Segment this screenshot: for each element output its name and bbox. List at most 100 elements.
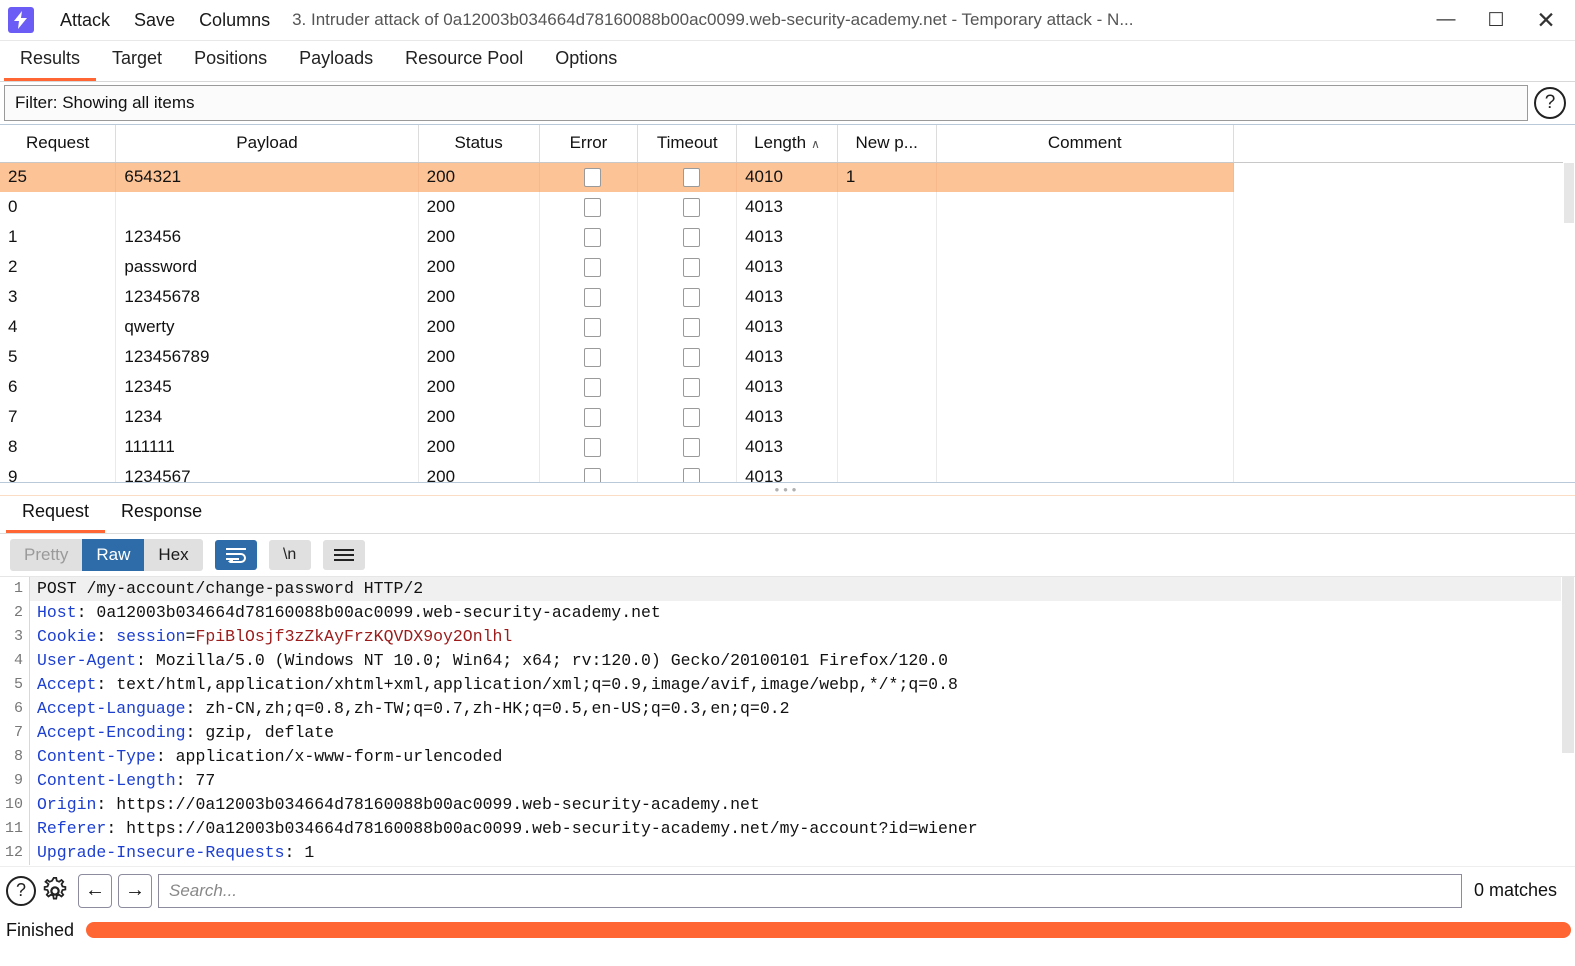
timeout-checkbox[interactable]	[682, 348, 700, 367]
hex-button[interactable]: Hex	[144, 539, 203, 571]
timeout-checkbox[interactable]	[682, 168, 700, 188]
table-row[interactable]: 8 111111 200 4013	[0, 432, 1575, 462]
pretty-button[interactable]: Pretty	[10, 539, 83, 571]
table-row[interactable]: 2 password 200 4013	[0, 252, 1575, 282]
cell-error[interactable]	[539, 402, 639, 432]
error-checkbox[interactable]	[583, 288, 601, 307]
menu-save[interactable]: Save	[122, 6, 187, 35]
cell-timeout[interactable]	[637, 162, 738, 192]
table-row[interactable]: 3 12345678 200 4013	[0, 282, 1575, 312]
maximize-button[interactable]: ☐	[1471, 0, 1521, 40]
tab-payloads[interactable]: Payloads	[283, 42, 389, 81]
tab-response[interactable]: Response	[105, 497, 218, 533]
column-header-payload[interactable]: Payload	[115, 125, 419, 163]
cell-timeout[interactable]	[637, 222, 738, 252]
table-row[interactable]: 4 qwerty 200 4013	[0, 312, 1575, 342]
tab-target[interactable]: Target	[96, 42, 178, 81]
panel-splitter[interactable]: •••	[0, 482, 1575, 496]
cell-timeout[interactable]	[637, 342, 738, 372]
line-number: 1	[0, 577, 30, 601]
column-header-new-p[interactable]: New p...	[837, 125, 937, 163]
close-button[interactable]: ✕	[1521, 0, 1571, 40]
question-mark-circle-icon[interactable]: ?	[1534, 87, 1566, 119]
column-header-timeout[interactable]: Timeout	[637, 125, 738, 163]
timeout-checkbox[interactable]	[682, 318, 700, 337]
show-newlines-icon[interactable]: \n	[268, 540, 311, 570]
error-checkbox[interactable]	[583, 198, 601, 217]
cell-error[interactable]	[539, 372, 639, 402]
cell-error[interactable]	[539, 222, 639, 252]
table-row[interactable]: 7 1234 200 4013	[0, 402, 1575, 432]
tab-request[interactable]: Request	[6, 497, 106, 533]
table-row[interactable]: 9 1234567 200 4013	[0, 462, 1575, 482]
error-checkbox[interactable]	[583, 468, 601, 482]
word-wrap-icon[interactable]	[214, 540, 257, 570]
tab-positions[interactable]: Positions	[178, 42, 283, 81]
column-header-comment[interactable]: Comment	[936, 125, 1234, 163]
cell-timeout[interactable]	[637, 282, 738, 312]
tab-results[interactable]: Results	[4, 42, 97, 81]
table-vertical-scrollbar[interactable]	[1563, 125, 1575, 482]
cell-error[interactable]	[539, 192, 639, 222]
cell-timeout[interactable]	[637, 402, 738, 432]
minimize-button[interactable]: —	[1421, 0, 1471, 40]
cell-error[interactable]	[539, 342, 639, 372]
table-row[interactable]: 0 200 4013	[0, 192, 1575, 222]
cell-error[interactable]	[539, 282, 639, 312]
column-header-status[interactable]: Status	[418, 125, 540, 163]
table-row[interactable]: 25 654321 200 4010 1	[0, 162, 1575, 192]
timeout-checkbox[interactable]	[682, 258, 700, 277]
cell-error[interactable]	[539, 462, 639, 482]
table-scrollbar-thumb[interactable]	[1564, 163, 1574, 223]
cell-timeout[interactable]	[637, 462, 738, 482]
error-checkbox[interactable]	[583, 318, 601, 337]
header-name: Host	[37, 603, 77, 622]
column-header-length[interactable]: Length ∧	[736, 125, 838, 163]
menu-columns[interactable]: Columns	[187, 6, 282, 35]
gear-icon[interactable]	[40, 876, 70, 906]
request-editor[interactable]: 1 POST /my-account/change-password HTTP/2…	[0, 576, 1575, 866]
cell-timeout[interactable]	[637, 252, 738, 282]
cell-error[interactable]	[539, 252, 639, 282]
table-row[interactable]: 1 123456 200 4013	[0, 222, 1575, 252]
timeout-checkbox[interactable]	[682, 228, 700, 247]
menu-attack[interactable]: Attack	[48, 6, 122, 35]
header-value: 0a12003b034664d78160088b00ac0099.web-sec…	[86, 603, 661, 622]
error-checkbox[interactable]	[583, 378, 601, 397]
table-row[interactable]: 6 12345 200 4013	[0, 372, 1575, 402]
timeout-checkbox[interactable]	[682, 468, 700, 482]
cell-timeout[interactable]	[637, 312, 738, 342]
cell-length: 4013	[736, 342, 838, 372]
cell-error[interactable]	[539, 312, 639, 342]
error-checkbox[interactable]	[583, 258, 601, 277]
search-next-button[interactable]: →	[118, 873, 152, 908]
tab-options[interactable]: Options	[539, 42, 633, 81]
raw-button[interactable]: Raw	[82, 539, 145, 571]
timeout-checkbox[interactable]	[682, 378, 700, 397]
tab-resource-pool[interactable]: Resource Pool	[389, 42, 539, 81]
hamburger-menu-icon[interactable]	[322, 540, 365, 570]
column-header-error[interactable]: Error	[539, 125, 639, 163]
cell-timeout[interactable]	[637, 432, 738, 462]
timeout-checkbox[interactable]	[682, 408, 700, 427]
filter-input[interactable]: Filter: Showing all items	[4, 85, 1528, 121]
error-checkbox[interactable]	[583, 168, 601, 188]
code-scrollbar-thumb[interactable]	[1562, 577, 1574, 753]
question-mark-circle-icon[interactable]: ?	[6, 875, 36, 906]
error-checkbox[interactable]	[583, 408, 601, 427]
timeout-checkbox[interactable]	[682, 288, 700, 307]
error-checkbox[interactable]	[583, 228, 601, 247]
cell-timeout[interactable]	[637, 372, 738, 402]
cell-error[interactable]	[539, 162, 639, 192]
table-row[interactable]: 5 123456789 200 4013	[0, 342, 1575, 372]
search-prev-button[interactable]: ←	[78, 873, 112, 908]
column-header-request[interactable]: Request	[0, 125, 117, 163]
search-input[interactable]: Search...	[158, 873, 1462, 908]
cell-error[interactable]	[539, 432, 639, 462]
timeout-checkbox[interactable]	[682, 438, 700, 457]
code-vertical-scrollbar[interactable]	[1561, 577, 1575, 866]
error-checkbox[interactable]	[583, 438, 601, 457]
timeout-checkbox[interactable]	[682, 198, 700, 217]
cell-timeout[interactable]	[637, 192, 738, 222]
error-checkbox[interactable]	[583, 348, 601, 367]
